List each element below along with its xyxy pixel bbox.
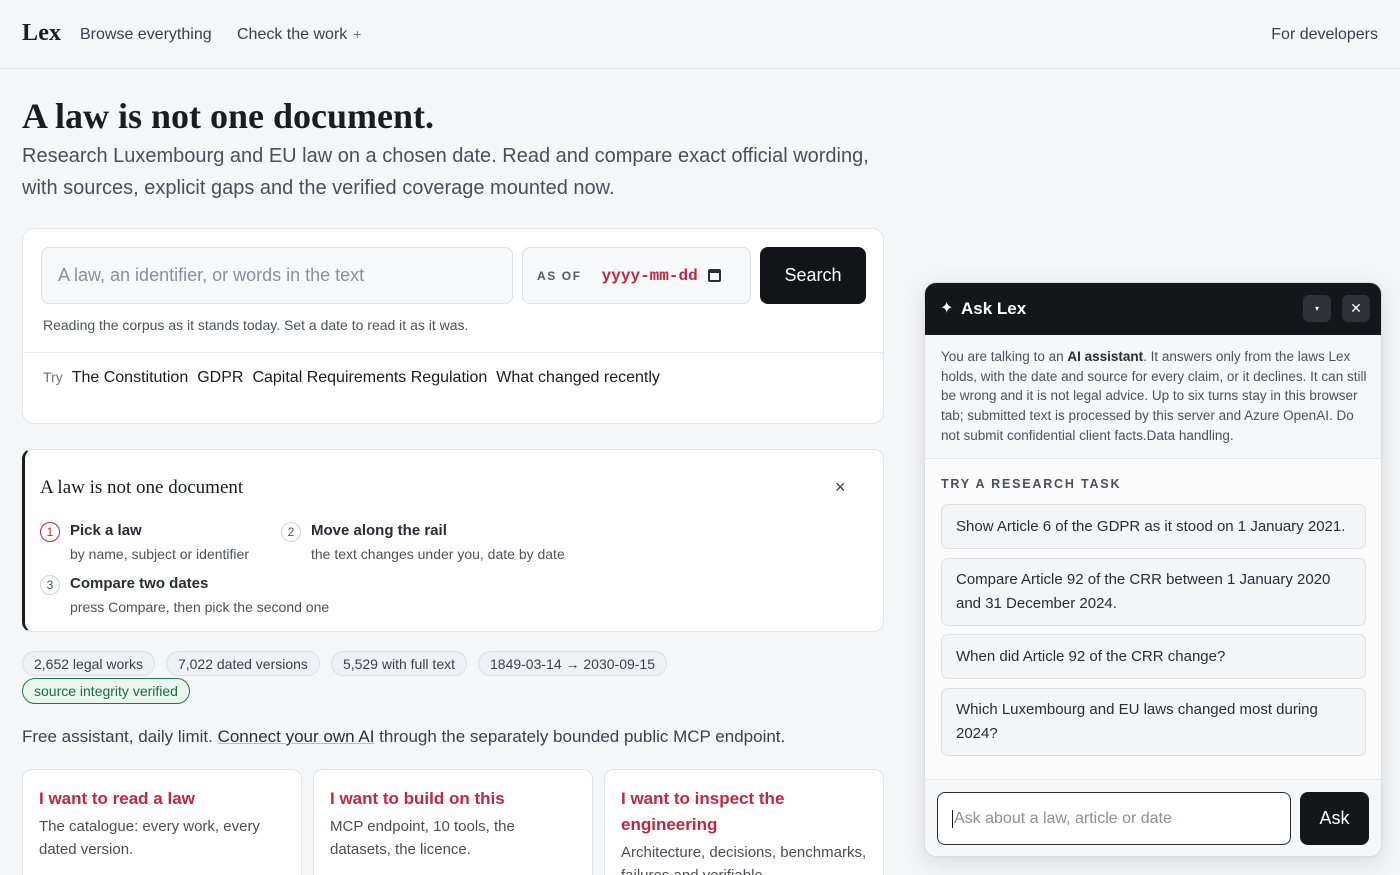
nav-browse-link[interactable]: Browse everything: [80, 26, 212, 44]
chat-input[interactable]: Ask about a law, article or date: [937, 792, 1291, 845]
chevron-down-icon: ▾: [1314, 304, 1319, 313]
top-nav: Lex Browse everything Check the work + Fo…: [0, 0, 1400, 69]
nav-developers-link[interactable]: For developers: [1271, 26, 1378, 44]
try-suggestions: Try The Constitution GDPR Capital Requir…: [43, 369, 660, 387]
task-suggestion[interactable]: Show Article 6 of the GDPR as it stood o…: [941, 504, 1366, 549]
chat-input-placeholder: Ask about a law, article or date: [954, 809, 1172, 827]
close-icon: ✕: [1350, 300, 1362, 316]
suggestion-recent-changes[interactable]: What changed recently: [496, 369, 660, 387]
step-title: Move along the rail: [311, 522, 447, 539]
step-description: the text changes under you, date by date: [311, 546, 565, 562]
card-title: I want to read a law: [39, 789, 195, 808]
task-heading: TRY A RESEARCH TASK: [941, 477, 1122, 491]
connect-ai-link[interactable]: Connect your own AI: [218, 727, 375, 746]
assistant-note-text: Free assistant, daily limit.: [22, 727, 218, 746]
coverage-stats: 2,652 legal works 7,022 dated versions 5…: [22, 651, 668, 676]
stat-date-range: 1849-03-14 → 2030-09-15: [478, 651, 668, 676]
stat-full-text: 5,529 with full text: [330, 651, 467, 676]
card-description: MCP endpoint, 10 tools, the datasets, th…: [330, 818, 515, 858]
sparkle-icon: ✦: [940, 300, 954, 317]
ask-button[interactable]: Ask: [1300, 792, 1369, 845]
stat-legal-works: 2,652 legal works: [22, 651, 155, 676]
card-description: The catalogue: every work, every dated v…: [39, 818, 260, 858]
card-description: Architecture, decisions, benchmarks, fai…: [621, 844, 867, 875]
task-suggestion[interactable]: Compare Article 92 of the CRR between 1 …: [941, 558, 1366, 626]
task-suggestion[interactable]: Which Luxembourg and EU laws changed mos…: [941, 688, 1366, 756]
suggestion-crr[interactable]: Capital Requirements Regulation: [252, 369, 487, 387]
ai-disclaimer: You are talking to an AI assistant. It a…: [941, 347, 1367, 446]
text-cursor: [952, 809, 953, 828]
disclaimer-bold: AI assistant: [1067, 349, 1144, 364]
card-inspect-engineering[interactable]: I want to inspect the engineering Archit…: [604, 769, 884, 875]
brand-logo[interactable]: Lex: [22, 20, 61, 47]
close-chat-button[interactable]: ✕: [1342, 295, 1370, 322]
page-subtitle: Research Luxembourg and EU law on a chos…: [22, 145, 869, 199]
minimize-button[interactable]: ▾: [1303, 295, 1331, 322]
search-placeholder: A law, an identifier, or words in the te…: [58, 265, 365, 285]
search-card: A law, an identifier, or words in the te…: [22, 228, 884, 424]
step-number: 1: [40, 522, 60, 542]
try-label: Try: [43, 369, 63, 385]
suggestion-constitution[interactable]: The Constitution: [72, 369, 189, 387]
nav-check-link[interactable]: Check the work +: [237, 26, 361, 44]
divider: [925, 779, 1381, 780]
as-of-date-field[interactable]: AS OF yyyy-mm-dd: [522, 247, 751, 304]
page-title: A law is not one document.: [22, 96, 435, 136]
suggestion-gdpr[interactable]: GDPR: [197, 369, 243, 387]
step-title: Compare two dates: [70, 575, 209, 592]
step-description: by name, subject or identifier: [70, 546, 249, 562]
card-title: I want to inspect the engineering: [621, 789, 785, 834]
chat-title: Ask Lex: [961, 299, 1027, 318]
assistant-note: Free assistant, daily limit. Connect you…: [22, 727, 785, 747]
step-number: 2: [281, 522, 301, 542]
calendar-icon[interactable]: [707, 269, 721, 282]
assistant-note-text-end: through the separately bounded public MC…: [374, 727, 786, 746]
date-placeholder: yyyy-mm-dd: [601, 266, 698, 285]
step-title: Pick a law: [70, 522, 142, 539]
search-input[interactable]: A law, an identifier, or words in the te…: [41, 247, 513, 304]
reading-note: Reading the corpus as it stands today. S…: [43, 317, 469, 333]
close-icon[interactable]: ×: [835, 477, 846, 498]
task-suggestion[interactable]: When did Article 92 of the CRR change?: [941, 634, 1366, 679]
intro-title: A law is not one document: [40, 477, 244, 498]
card-title: I want to build on this: [330, 789, 505, 808]
card-read-law[interactable]: I want to read a law The catalogue: ever…: [22, 769, 302, 875]
chat-header: ✦ Ask Lex ▾ ✕: [925, 283, 1381, 335]
as-of-label: AS OF: [537, 268, 582, 283]
plus-icon: +: [353, 26, 362, 42]
search-button[interactable]: Search: [760, 247, 866, 304]
ask-lex-panel: ✦ Ask Lex ▾ ✕ You are talking to an AI a…: [924, 282, 1382, 857]
card-build[interactable]: I want to build on this MCP endpoint, 10…: [313, 769, 593, 875]
step-number: 3: [40, 575, 60, 595]
intro-card: A law is not one document × 1 Pick a law…: [22, 449, 884, 632]
step-description: press Compare, then pick the second one: [70, 599, 330, 615]
divider: [23, 352, 883, 353]
integrity-badge: source integrity verified: [22, 678, 190, 704]
disclaimer-text: You are talking to an: [941, 349, 1068, 364]
stat-dated-versions: 7,022 dated versions: [165, 651, 320, 676]
nav-check-label: Check the work: [237, 26, 348, 43]
